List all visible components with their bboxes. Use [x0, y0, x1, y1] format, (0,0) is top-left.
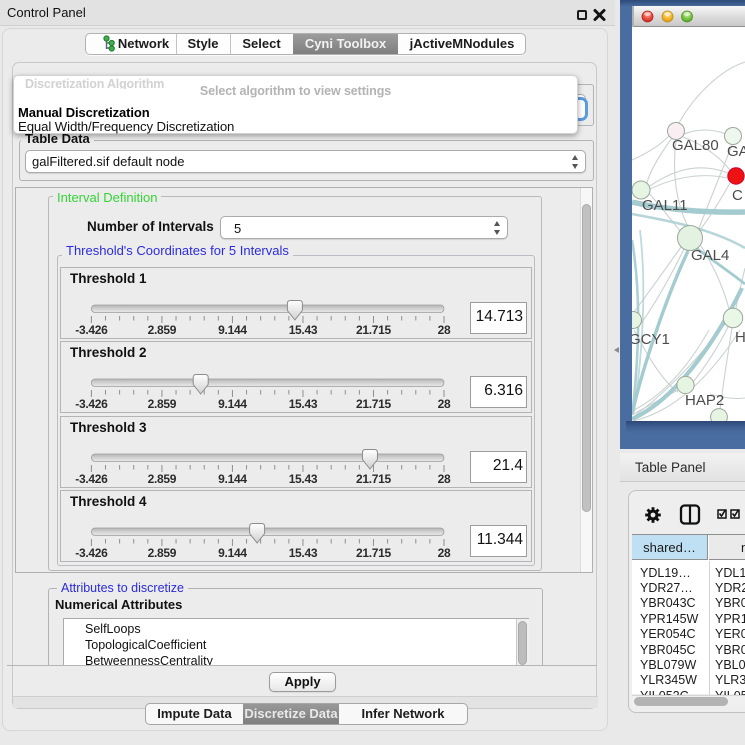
svg-text:GCY1: GCY1 — [629, 331, 670, 348]
svg-text:GAL1: GAL1 — [727, 143, 745, 160]
svg-text:C: C — [732, 187, 743, 204]
svg-text:HI: HI — [735, 329, 745, 346]
svg-text:GAL4: GAL4 — [691, 247, 729, 264]
svg-text:GAL80: GAL80 — [672, 137, 719, 154]
svg-text:GAL11: GAL11 — [642, 197, 688, 214]
svg-text:HAP2: HAP2 — [685, 392, 724, 409]
